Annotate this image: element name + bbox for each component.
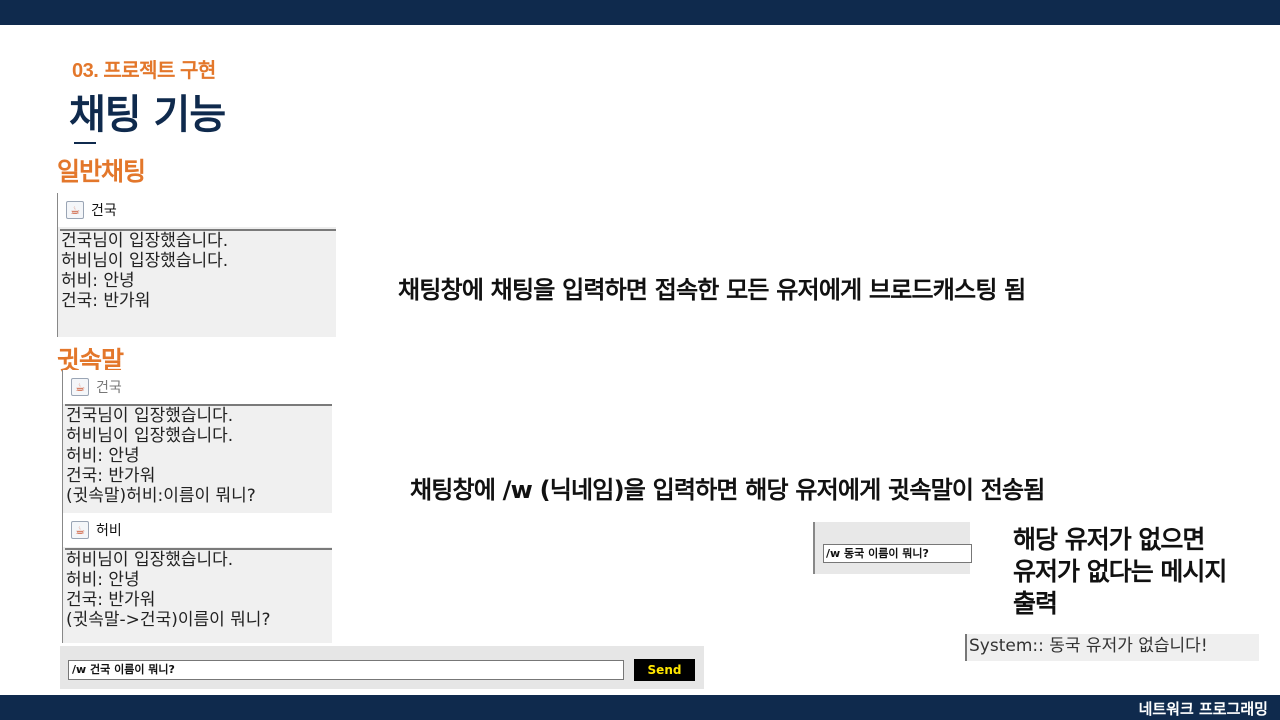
chat-line: 허비님이 입장했습니다. [66,426,234,446]
window-title: 건국 [91,203,117,219]
whisper-description: 채팅창에 /w (닉네임)을 입력하면 해당 유저에게 귓속말이 전송됨 [410,476,1045,504]
chat-line: 건국님이 입장했습니다. [61,231,229,251]
system-message: System:: 동국 유저가 없습니다! [965,634,1259,661]
chat-line: 건국: 반가워 [61,291,151,311]
window-title: 건국 [96,380,122,396]
chat-line: 허비: 안녕 [66,570,140,590]
missing-user-input-panel: /w 동국 이름이 뭐니? [813,522,972,574]
note-line: 해당 유저가 없으면 [1013,525,1205,554]
chat-line: 허비: 안녕 [61,271,135,291]
chat-line: 건국님이 입장했습니다. [66,406,234,426]
section-label: 03. 프로젝트 구현 [72,60,216,82]
general-chat-description: 채팅창에 채팅을 입력하면 접속한 모든 유저에게 브로드캐스팅 됨 [398,276,1026,304]
general-chat-window: ☕ 건국 건국님이 입장했습니다. 허비님이 입장했습니다. 허비: 안녕 건국… [57,193,336,337]
note-line: 출력 [1013,589,1058,618]
chat-line: (귓속말)허비:이름이 뭐니? [66,486,256,506]
send-button[interactable]: Send [634,659,695,681]
chat-log[interactable]: 건국님이 입장했습니다. 허비님이 입장했습니다. 허비: 안녕 건국: 반가워 [60,229,336,337]
window-titlebar: ☕ 허비 [63,513,332,547]
footer-label: 네트워크 프로그래밍 [1138,700,1268,718]
java-app-icon: ☕ [66,201,84,219]
note-line: 유저가 없다는 메시지 [1013,557,1227,586]
missing-user-note: 해당 유저가 없으면 유저가 없다는 메시지 출력 [1013,524,1227,620]
whisper-sender-window: ☕ 건국 건국님이 입장했습니다. 허비님이 입장했습니다. 허비: 안녕 건국… [62,370,332,514]
chat-log[interactable]: 건국님이 입장했습니다. 허비님이 입장했습니다. 허비: 안녕 건국: 반가워… [65,404,332,514]
java-app-icon: ☕ [71,521,89,539]
bottom-bar: 네트워크 프로그래밍 [0,695,1280,720]
chat-line: 허비님이 입장했습니다. [61,251,229,271]
chat-line: 허비: 안녕 [66,446,140,466]
message-input[interactable]: /w 동국 이름이 뭐니? [823,544,972,563]
window-title: 허비 [96,523,122,539]
send-panel: /w 건국 이름이 뭐니? Send [60,646,704,689]
window-titlebar: ☕ 건국 [63,370,332,404]
message-input[interactable]: /w 건국 이름이 뭐니? [68,660,624,680]
java-app-icon: ☕ [71,378,89,396]
page-title: 채팅 기능 [69,92,226,138]
title-divider [74,142,96,144]
chat-line: 허비님이 입장했습니다. [66,550,234,570]
chat-line: 건국: 반가워 [66,590,156,610]
general-chat-heading: 일반채팅 [57,157,146,186]
chat-line: (귓속말->건국)이름이 뭐니? [66,610,271,630]
whisper-receiver-window: ☕ 허비 허비님이 입장했습니다. 허비: 안녕 건국: 반가워 (귓속말->건… [62,513,332,643]
top-bar [0,0,1280,25]
chat-line: 건국: 반가워 [66,466,156,486]
chat-log[interactable]: 허비님이 입장했습니다. 허비: 안녕 건국: 반가워 (귓속말->건국)이름이… [65,548,332,643]
window-titlebar: ☕ 건국 [58,193,336,227]
